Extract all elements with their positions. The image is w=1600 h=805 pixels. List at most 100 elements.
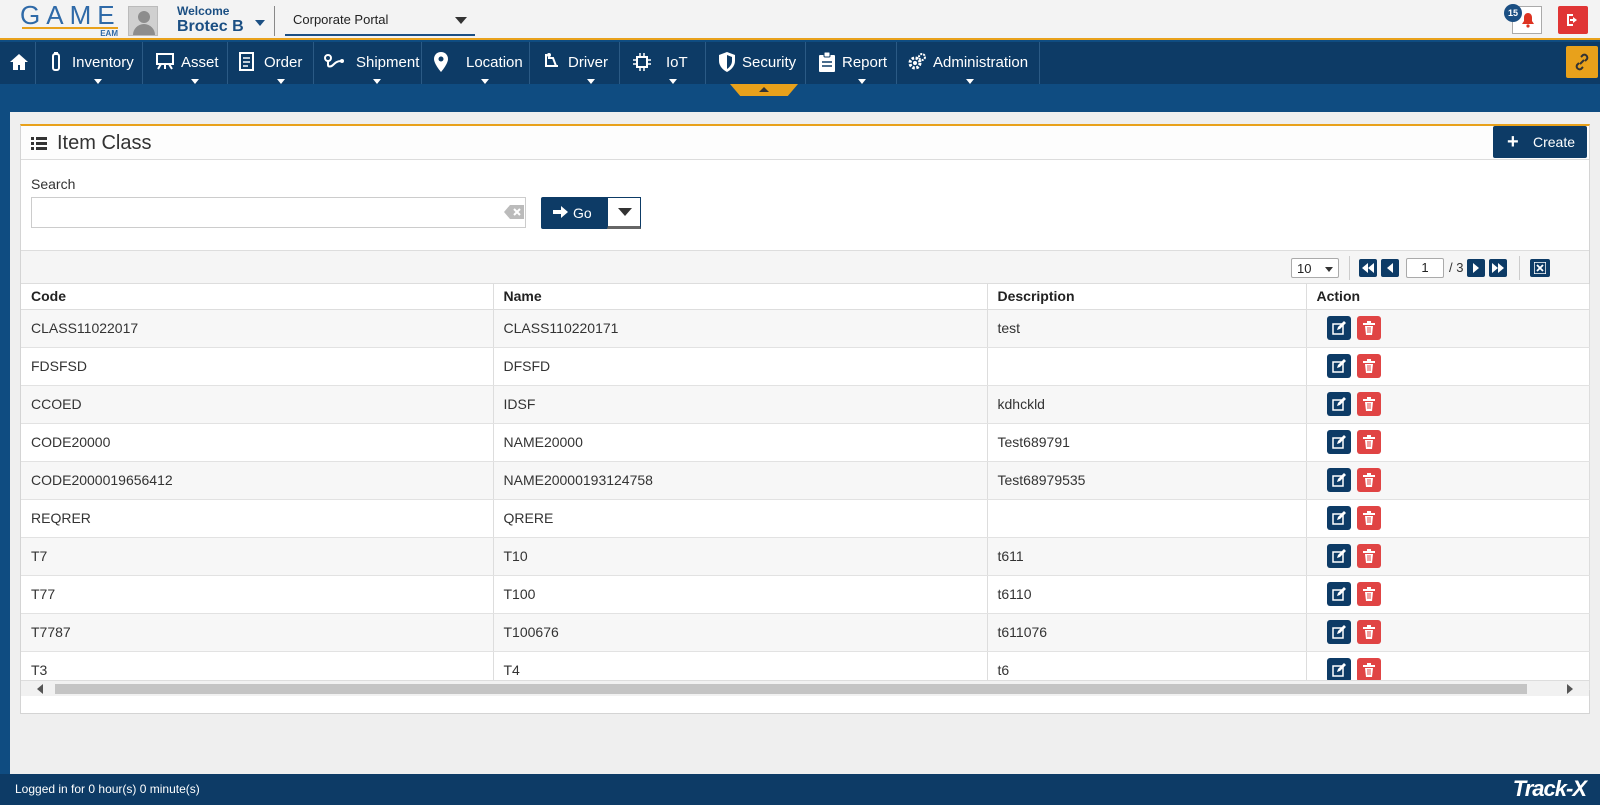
next-page-button[interactable] — [1467, 259, 1485, 277]
edit-icon — [1331, 435, 1346, 449]
page-number-input[interactable]: 1 — [1406, 258, 1444, 278]
delete-button[interactable] — [1356, 544, 1381, 568]
avatar[interactable] — [128, 6, 158, 36]
nav-administration[interactable]: Administration — [897, 42, 1040, 84]
nav-inventory[interactable]: Inventory — [36, 42, 143, 84]
trash-icon — [1362, 473, 1375, 487]
export-excel-button[interactable] — [1530, 259, 1550, 277]
edit-button[interactable] — [1326, 658, 1351, 682]
edit-button[interactable] — [1326, 316, 1351, 340]
nav-shipment[interactable]: Shipment — [314, 42, 422, 84]
edit-icon — [1331, 511, 1346, 525]
cell-name: T10 — [493, 537, 988, 576]
edit-button[interactable] — [1326, 544, 1351, 568]
delete-button[interactable] — [1356, 354, 1381, 378]
portal-select[interactable]: Corporate Portal — [285, 6, 475, 36]
cell-action — [1306, 347, 1590, 386]
cell-description: t611 — [987, 537, 1307, 576]
column-header-description[interactable]: Description — [987, 284, 1307, 310]
nav-report[interactable]: Report — [806, 42, 897, 84]
chevron-down-icon — [1325, 267, 1333, 272]
edit-button[interactable] — [1326, 468, 1351, 492]
nav-location[interactable]: Location — [422, 42, 530, 84]
cell-name: CLASS110220171 — [493, 309, 988, 348]
nav-driver-label: Driver — [568, 54, 608, 71]
table-row[interactable]: CCOED IDSF kdhckld — [21, 385, 1590, 424]
delete-button[interactable] — [1356, 468, 1381, 492]
edit-button[interactable] — [1326, 506, 1351, 530]
search-input[interactable] — [31, 197, 526, 228]
scroll-right-icon[interactable] — [1567, 684, 1573, 694]
table-row[interactable]: CLASS11022017 CLASS110220171 test — [21, 309, 1590, 348]
plus-icon: + — [1507, 131, 1519, 153]
column-header-name[interactable]: Name — [493, 284, 988, 310]
session-status: Logged in for 0 hour(s) 0 minute(s) — [15, 782, 200, 796]
last-page-icon — [1492, 263, 1504, 273]
column-header-action: Action — [1306, 284, 1590, 310]
scroll-thumb[interactable] — [55, 684, 1527, 694]
collapse-nav-tab[interactable] — [730, 84, 798, 96]
table-row[interactable]: T7787 T100676 t611076 — [21, 613, 1590, 652]
trash-icon — [1362, 549, 1375, 563]
cell-name: T100 — [493, 575, 988, 614]
portal-select-value: Corporate Portal — [293, 12, 389, 27]
edit-icon — [1331, 473, 1346, 487]
cell-code: CLASS11022017 — [21, 309, 494, 348]
cell-description: test — [987, 309, 1307, 348]
prev-page-button[interactable] — [1381, 259, 1399, 277]
nav-inventory-label: Inventory — [72, 54, 134, 71]
edit-button[interactable] — [1326, 354, 1351, 378]
clear-input-icon[interactable] — [504, 205, 524, 219]
delete-button[interactable] — [1356, 658, 1381, 682]
create-button[interactable]: + Create — [1493, 126, 1587, 158]
horizontal-scrollbar[interactable] — [21, 680, 1589, 696]
logout-button[interactable] — [1558, 6, 1588, 34]
cell-name: NAME20000 — [493, 423, 988, 462]
next-page-icon — [1473, 263, 1479, 273]
edit-button[interactable] — [1326, 392, 1351, 416]
delete-button[interactable] — [1356, 620, 1381, 644]
column-header-code[interactable]: Code — [21, 284, 494, 310]
main-nav: Inventory Asset Order Shipment Location … — [0, 42, 1600, 84]
edit-button[interactable] — [1326, 430, 1351, 454]
table-row[interactable]: T7 T10 t611 — [21, 537, 1590, 576]
delete-button[interactable] — [1356, 392, 1381, 416]
delete-button[interactable] — [1356, 582, 1381, 606]
logo-text: GAME — [20, 0, 121, 30]
quick-link-button[interactable] — [1566, 46, 1598, 78]
edit-icon — [1331, 397, 1346, 411]
delete-button[interactable] — [1356, 316, 1381, 340]
table-row[interactable]: CODE2000019656412 NAME20000193124758 Test6… — [21, 461, 1590, 500]
cell-code: CODE2000019656412 — [21, 461, 494, 500]
edit-button[interactable] — [1326, 582, 1351, 606]
table-row[interactable]: FDSFSD DFSFD — [21, 347, 1590, 386]
edit-icon — [1331, 549, 1346, 563]
edit-button[interactable] — [1326, 620, 1351, 644]
go-button[interactable]: Go — [541, 197, 607, 229]
page-size-select[interactable]: 10 — [1291, 258, 1339, 278]
nav-home[interactable] — [0, 42, 36, 84]
delete-button[interactable] — [1356, 430, 1381, 454]
last-page-button[interactable] — [1489, 259, 1507, 277]
go-dropdown-toggle[interactable] — [607, 197, 641, 229]
nav-driver[interactable]: Driver — [530, 42, 620, 84]
cell-action — [1306, 461, 1590, 500]
user-menu-caret-icon[interactable] — [255, 20, 265, 26]
page-total: / 3 — [1449, 260, 1464, 275]
logo-sub: EAM — [100, 29, 118, 38]
table-row[interactable]: CODE20000 NAME20000 Test689791 — [21, 423, 1590, 462]
edit-icon — [1331, 321, 1346, 335]
username[interactable]: Brotec B — [177, 18, 244, 36]
nav-security[interactable]: Security — [706, 42, 806, 84]
table-row[interactable]: REQRER QRERE — [21, 499, 1590, 538]
nav-asset[interactable]: Asset — [143, 42, 228, 84]
delete-button[interactable] — [1356, 506, 1381, 530]
table-header-row: Code Name Description Action — [21, 284, 1590, 310]
cell-description: t6110 — [987, 575, 1307, 614]
first-page-button[interactable] — [1359, 259, 1377, 277]
scroll-left-icon[interactable] — [37, 684, 43, 694]
table-row[interactable]: T77 T100 t6110 — [21, 575, 1590, 614]
nav-security-label: Security — [742, 54, 797, 71]
nav-order[interactable]: Order — [228, 42, 314, 84]
nav-iot[interactable]: IoT — [620, 42, 706, 84]
